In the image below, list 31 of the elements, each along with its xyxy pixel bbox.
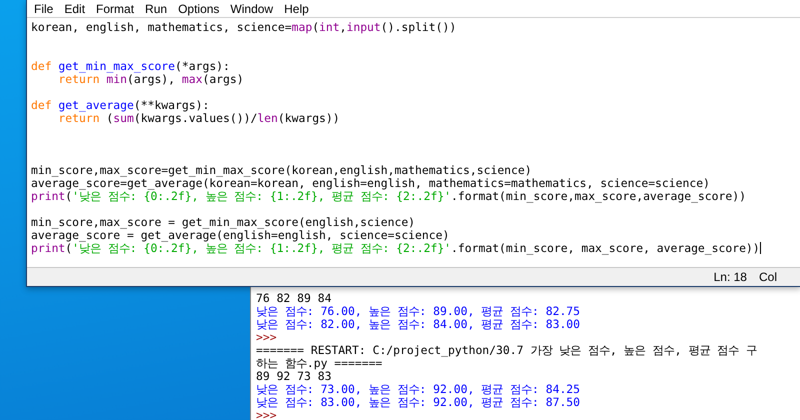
code-line: min_score,max_score = get_min_max_score(english,science)	[31, 216, 416, 229]
column-number: Col	[758, 270, 777, 284]
code-line: def get_average(**kwargs):	[31, 99, 210, 112]
text-cursor	[760, 242, 761, 254]
shell-line: ======= RESTART: C:/project_python/30.7 가장 낮은 점수, 높은 점수, 평균 점수 구	[256, 344, 758, 357]
menu-item[interactable]: File	[29, 2, 60, 16]
shell-line: 89 92 73 83	[256, 370, 332, 383]
code-line: korean, english, mathematics, science=map(int,input().split())	[31, 21, 458, 34]
menu-item[interactable]: Edit	[59, 2, 92, 16]
shell-line: 76 82 89 84	[256, 292, 332, 305]
code-line: min_score,max_score=get_min_max_score(korean,english,mathematics,science)	[31, 164, 533, 177]
shell-line: 하는 함수.py =======	[256, 357, 382, 370]
code-line: return min(args), max(args)	[57, 73, 245, 86]
shell-line: 낮은 점수: 73.00, 높은 점수: 92.00, 평균 점수: 84.25	[256, 383, 582, 396]
code-line: print('낮은 점수: {0:.2f}, 높은 점수: {1:.2f}, 평균 점수: {2:.2f}'.format(min_score,max_score,average_score))	[31, 190, 747, 203]
menu-item[interactable]: Run	[140, 2, 174, 16]
code-line: average_score = get_average(english=english, science=science)	[31, 229, 450, 242]
menu-item[interactable]: Help	[279, 2, 315, 16]
menu-item[interactable]: Format	[91, 2, 140, 16]
shell-line: 낮은 점수: 82.00, 높은 점수: 84.00, 평균 점수: 83.00	[256, 318, 582, 331]
shell-line: 낮은 점수: 76.00, 높은 점수: 89.00, 평균 점수: 82.75	[256, 305, 582, 318]
shell-line: >>>	[256, 409, 278, 420]
code-line: print('낮은 점수: {0:.2f}, 높은 점수: {1:.2f}, 평균 점수: {2:.2f}'.format(min_score, max_score, average_score))	[31, 242, 762, 255]
shell-line: >>>	[256, 331, 278, 344]
code-line: return (sum(kwargs.values())/len(kwargs))	[57, 112, 341, 125]
code-line: def get_min_max_score(*args):	[31, 60, 231, 73]
shell-line: 낮은 점수: 83.00, 높은 점수: 92.00, 평균 점수: 87.50	[256, 396, 582, 409]
code-line: average_score=get_average(korean=korean, english=english, mathematics=mathematics, science=science)	[31, 177, 711, 190]
line-number: Ln: 18	[714, 270, 747, 284]
menu-item[interactable]: Window	[225, 2, 280, 16]
menu-item[interactable]: Options	[173, 2, 226, 16]
